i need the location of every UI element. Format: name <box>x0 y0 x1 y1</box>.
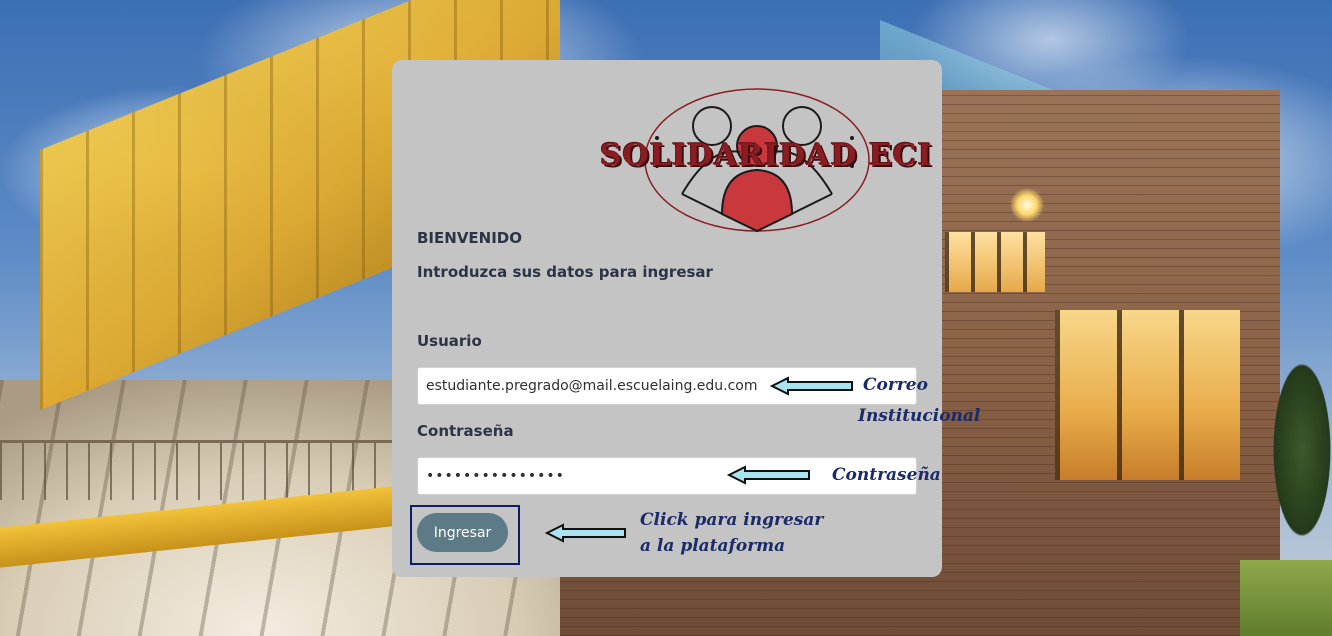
welcome-heading: BIENVENIDO <box>417 229 523 247</box>
lawn <box>1240 560 1332 636</box>
submit-annotation-line1: Click para ingresar <box>640 510 824 530</box>
left-arrow-icon <box>545 523 626 543</box>
left-arrow-icon <box>727 465 810 485</box>
logo-text: SOLIDARIDAD ECI <box>600 138 933 173</box>
submit-button[interactable]: Ingresar <box>417 513 508 552</box>
email-annotation-line2: Institucional <box>858 406 981 426</box>
password-annotation: Contraseña <box>832 465 941 485</box>
password-label: Contraseña <box>417 422 514 440</box>
login-instructions: Introduzca sus datos para ingresar <box>417 263 713 281</box>
logo: SOLIDARIDAD ECI <box>600 86 933 236</box>
submit-annotation-line2: a la plataforma <box>640 536 786 556</box>
username-label: Usuario <box>417 332 482 350</box>
building-windows <box>1055 310 1240 480</box>
email-annotation-line1: Correo <box>863 375 928 395</box>
tree <box>1262 330 1332 580</box>
building-window-upper <box>945 232 1045 292</box>
login-card: SOLIDARIDAD ECI BIENVENIDO Introduzca su… <box>392 60 942 577</box>
wall-lamp <box>1010 188 1044 222</box>
left-arrow-icon <box>770 376 853 396</box>
